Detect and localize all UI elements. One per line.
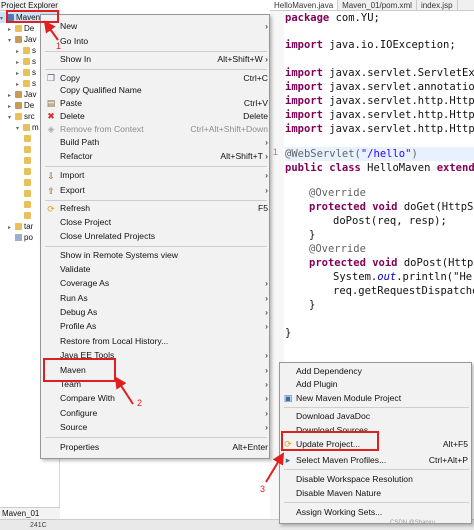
arrow-3-icon	[265, 452, 285, 483]
arrow-2-icon	[114, 376, 134, 405]
annotation-arrows	[43, 20, 285, 483]
arrow-1-icon	[43, 20, 59, 41]
